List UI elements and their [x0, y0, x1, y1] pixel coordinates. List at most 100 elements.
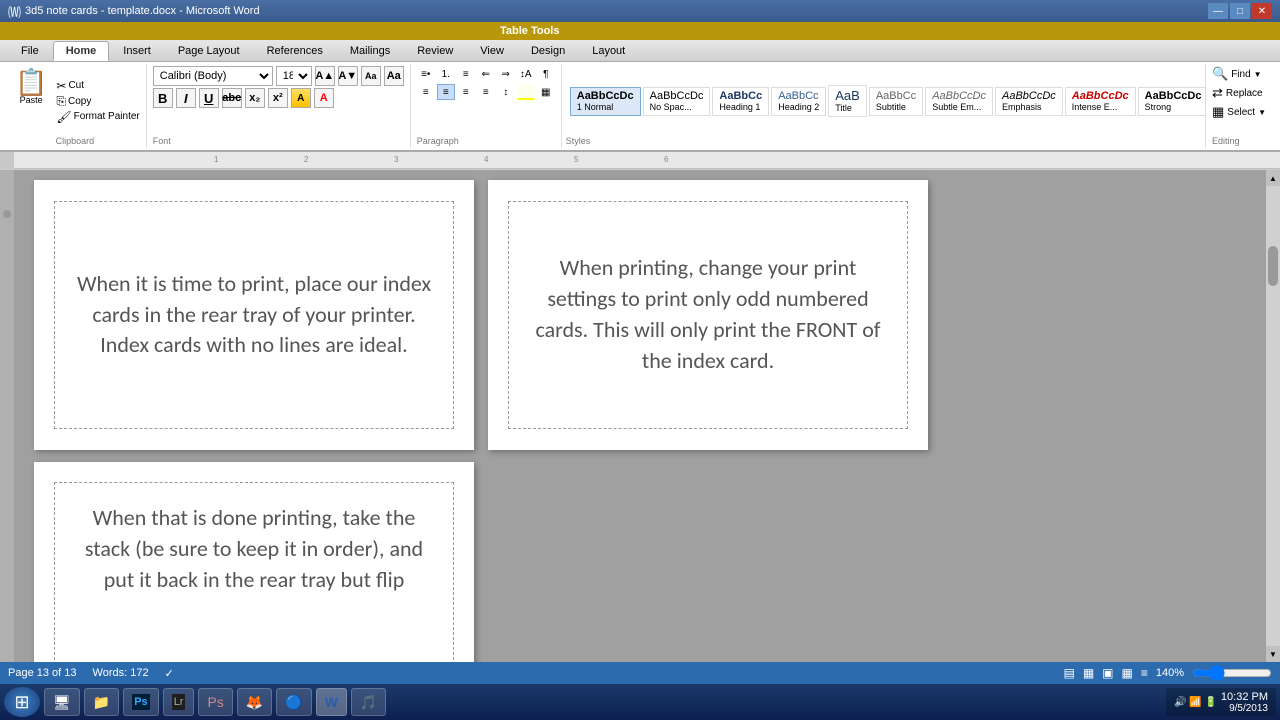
style-heading2[interactable]: AaBbCc Heading 2: [771, 87, 826, 116]
superscript-button[interactable]: x²: [268, 88, 288, 108]
font-row2: B I U abc x₂ x² A A: [153, 88, 404, 108]
font-name-select[interactable]: Calibri (Body): [153, 66, 273, 86]
clipboard-btns: 📋 Paste ✂ Cut ⎘ Copy 🖌 Format Painter: [10, 66, 140, 136]
maximize-button[interactable]: □: [1230, 3, 1250, 19]
cut-button[interactable]: ✂ Cut: [56, 79, 139, 93]
tab-page-layout[interactable]: Page Layout: [165, 41, 253, 61]
scroll-thumb[interactable]: [1268, 246, 1278, 286]
svg-text:6: 6: [664, 155, 669, 164]
shading-button[interactable]: [517, 84, 535, 100]
card-page-3[interactable]: When that is done printing, take the sta…: [34, 462, 474, 662]
close-button[interactable]: ✕: [1252, 3, 1272, 19]
left-sidebar: [0, 170, 14, 662]
lightroom-icon: Lr: [172, 694, 186, 710]
editing-group-label: Editing: [1212, 136, 1270, 146]
line-spacing-button[interactable]: ↕: [497, 84, 515, 100]
card-page-1[interactable]: When it is time to print, place our inde…: [34, 180, 474, 450]
style-strong[interactable]: AaBbCcDc Strong: [1138, 87, 1206, 116]
numbering-button[interactable]: 1.: [437, 66, 455, 82]
find-label: Find: [1231, 69, 1250, 80]
scroll-up-button[interactable]: ▲: [1266, 170, 1280, 186]
italic-button[interactable]: I: [176, 88, 196, 108]
style-subtle-em[interactable]: AaBbCcDc Subtle Em...: [925, 87, 993, 116]
tab-home[interactable]: Home: [53, 41, 110, 61]
clipboard-small-btns: ✂ Cut ⎘ Copy 🖌 Format Painter: [56, 66, 139, 136]
minimize-button[interactable]: —: [1208, 3, 1228, 19]
paste-button[interactable]: 📋 Paste: [10, 66, 52, 136]
subscript-button[interactable]: x₂: [245, 88, 265, 108]
tab-view[interactable]: View: [467, 41, 517, 61]
borders-button[interactable]: ▦: [537, 84, 555, 100]
align-center-button[interactable]: ≡: [437, 84, 455, 100]
decrease-indent-button[interactable]: ⇐: [477, 66, 495, 82]
select-label: Select: [1227, 107, 1255, 118]
view-fullscreen-icon[interactable]: ▦: [1083, 666, 1094, 680]
align-right-button[interactable]: ≡: [457, 84, 475, 100]
clear-format-button[interactable]: Aa: [361, 66, 381, 86]
style-emphasis[interactable]: AaBbCcDc Emphasis: [995, 87, 1063, 116]
view-web-icon[interactable]: ▣: [1102, 666, 1113, 680]
format-painter-button[interactable]: 🖌 Format Painter: [56, 110, 139, 124]
tab-insert[interactable]: Insert: [110, 41, 164, 61]
find-button[interactable]: 🔍 Find ▼: [1212, 66, 1270, 82]
font-grow-button[interactable]: A▲: [315, 66, 335, 86]
spell-check-icon[interactable]: ✓: [165, 667, 174, 680]
change-case-button[interactable]: Aa: [384, 66, 404, 86]
taskbar-firefox[interactable]: 🦊: [237, 688, 272, 716]
bold-button[interactable]: B: [153, 88, 173, 108]
taskbar-word[interactable]: W: [316, 688, 347, 716]
title-bar-controls[interactable]: — □ ✕: [1208, 3, 1272, 19]
style-normal[interactable]: AaBbCcDc 1 Normal: [570, 87, 641, 116]
vertical-scrollbar[interactable]: ▲ ▼: [1266, 170, 1280, 662]
start-button[interactable]: ⊞: [4, 687, 40, 717]
document-area: When it is time to print, place our inde…: [0, 170, 1280, 662]
card-page-2[interactable]: When printing, change your print setting…: [488, 180, 928, 450]
tab-references[interactable]: References: [254, 41, 336, 61]
replace-button[interactable]: ⇄ Replace: [1212, 85, 1270, 101]
style-no-spacing[interactable]: AaBbCcDc No Spac...: [643, 87, 711, 116]
tab-mailings[interactable]: Mailings: [337, 41, 403, 61]
zoom-slider[interactable]: [1192, 667, 1272, 679]
taskbar-chrome[interactable]: 🔵: [276, 688, 311, 716]
view-print-icon[interactable]: ▤: [1063, 666, 1074, 680]
view-outline-icon[interactable]: ▦: [1122, 666, 1133, 680]
tab-review[interactable]: Review: [404, 41, 466, 61]
taskbar: ⊞ 🖥 📁 Ps Lr Ps 🦊 🔵 W 🎵 🔊 📶 🔋 10:32 PM 9/…: [0, 684, 1280, 720]
bullets-button[interactable]: ≡•: [417, 66, 435, 82]
increase-indent-button[interactable]: ⇒: [497, 66, 515, 82]
font-shrink-button[interactable]: A▼: [338, 66, 358, 86]
strikethrough-button[interactable]: abc: [222, 88, 242, 108]
tab-file[interactable]: File: [8, 41, 52, 61]
taskbar-app2[interactable]: Ps: [198, 688, 232, 716]
justify-button[interactable]: ≡: [477, 84, 495, 100]
view-draft-icon[interactable]: ≡: [1141, 666, 1148, 680]
style-title[interactable]: AaB Title: [828, 85, 867, 117]
tab-design[interactable]: Design: [518, 41, 578, 61]
copy-button[interactable]: ⎘ Copy: [56, 94, 139, 109]
style-intense-em[interactable]: AaBbCcDc Intense E...: [1065, 87, 1136, 116]
sort-button[interactable]: ↕A: [517, 66, 535, 82]
paragraph-group: ≡• 1. ≡ ⇐ ⇒ ↕A ¶ ≡ ≡ ≡ ≡ ↕ ▦ Paragraph: [411, 64, 562, 148]
taskbar-folder[interactable]: 📁: [84, 688, 119, 716]
tab-layout[interactable]: Layout: [579, 41, 638, 61]
page-control[interactable]: [3, 210, 11, 218]
scroll-down-button[interactable]: ▼: [1266, 646, 1280, 662]
scroll-track[interactable]: [1268, 186, 1278, 646]
taskbar-vlc[interactable]: 🎵: [351, 688, 386, 716]
ribbon-tabs[interactable]: File Home Insert Page Layout References …: [0, 40, 1280, 62]
select-button[interactable]: ▦ Select ▼: [1212, 104, 1270, 120]
taskbar-photoshop[interactable]: Ps: [123, 688, 158, 716]
align-left-button[interactable]: ≡: [417, 84, 435, 100]
style-subtitle[interactable]: AaBbCc Subtitle: [869, 87, 923, 116]
document-scroll[interactable]: When it is time to print, place our inde…: [14, 170, 1266, 662]
select-icon: ▦: [1212, 104, 1224, 120]
font-color-button[interactable]: A: [314, 88, 334, 108]
multilevel-button[interactable]: ≡: [457, 66, 475, 82]
taskbar-lightroom[interactable]: Lr: [163, 688, 195, 716]
show-marks-button[interactable]: ¶: [537, 66, 555, 82]
font-size-select[interactable]: 180: [276, 66, 312, 86]
text-highlight-button[interactable]: A: [291, 88, 311, 108]
underline-button[interactable]: U: [199, 88, 219, 108]
taskbar-explorer[interactable]: 🖥: [44, 688, 80, 716]
style-heading1[interactable]: AaBbCc Heading 1: [712, 87, 769, 116]
